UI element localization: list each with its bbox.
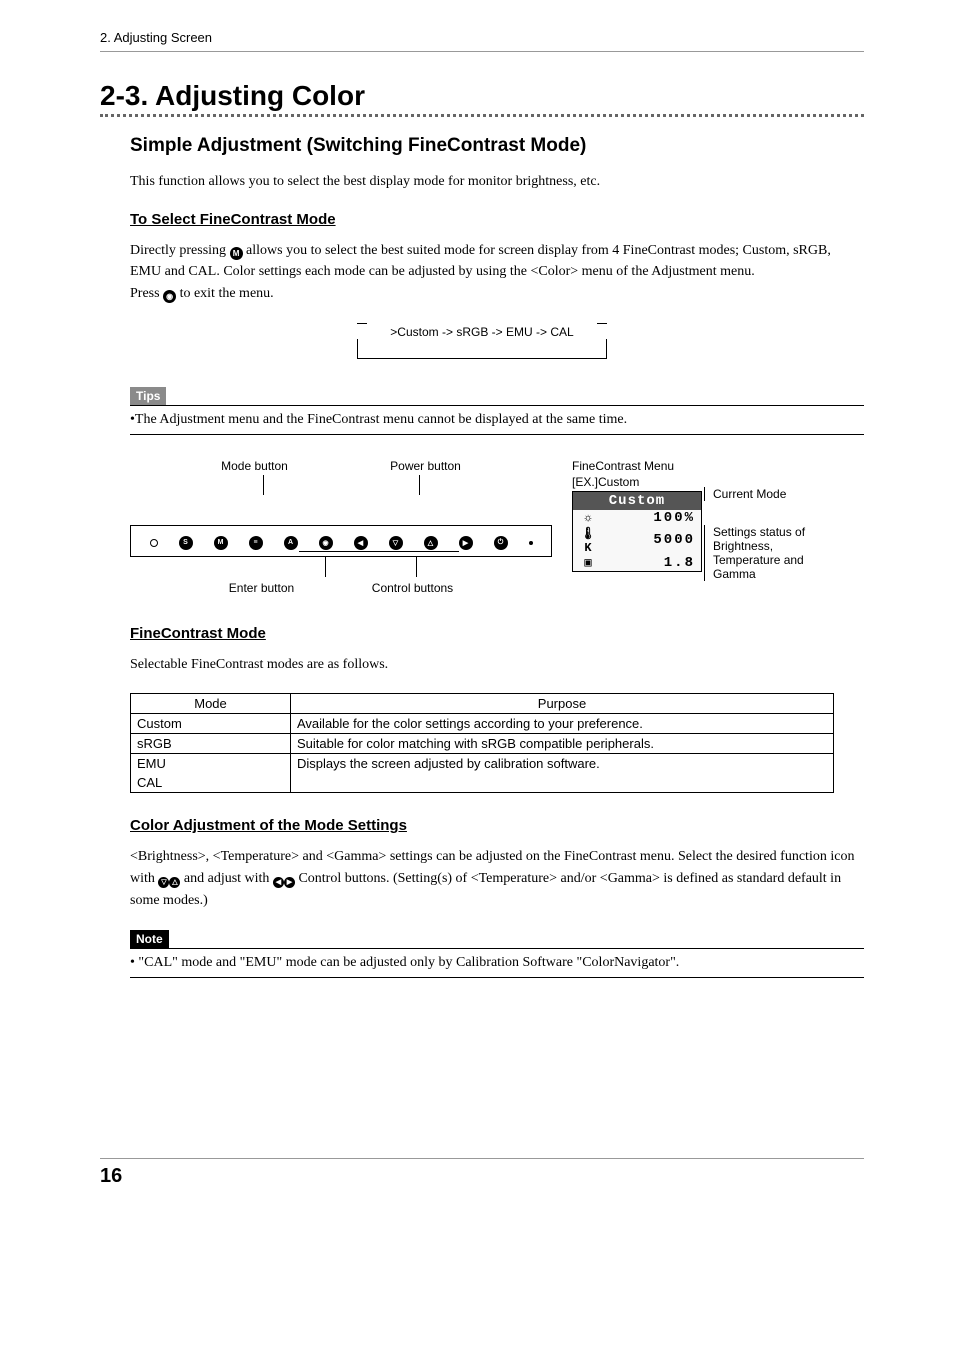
power-led-icon bbox=[529, 541, 533, 545]
button-panel-diagram: Mode button Power button S M ≡ A ◉ ◀ ▽ △… bbox=[130, 459, 834, 595]
auto-button-icon: A bbox=[284, 536, 298, 550]
tips-badge: Tips bbox=[130, 387, 166, 405]
section-title: 2-3. Adjusting Color bbox=[100, 80, 864, 117]
table-row: Custom Available for the color settings … bbox=[131, 714, 834, 734]
power-button-label: Power button bbox=[390, 459, 461, 473]
intro-paragraph: This function allows you to select the b… bbox=[130, 171, 864, 193]
fc-temperature-row: 🌡K 5000 bbox=[573, 526, 701, 555]
enter-button-icon: ◉ bbox=[163, 290, 176, 303]
power-button-icon: ⏻ bbox=[494, 536, 508, 550]
mode-cell: Custom bbox=[131, 714, 291, 734]
enter-button-label: Enter button bbox=[229, 581, 294, 595]
text-fragment: to exit the menu. bbox=[180, 286, 274, 301]
select-mode-heading: To Select FineContrast Mode bbox=[130, 211, 864, 228]
purpose-cell: Suitable for color matching with sRGB co… bbox=[291, 734, 834, 754]
finecontrast-mode-intro: Selectable FineContrast modes are as fol… bbox=[130, 654, 864, 676]
note-badge: Note bbox=[130, 930, 169, 948]
col-purpose-header: Purpose bbox=[291, 694, 834, 714]
signal-button-icon: S bbox=[179, 536, 193, 550]
mode-table: Mode Purpose Custom Available for the co… bbox=[130, 693, 834, 793]
left-button-icon: ◀ bbox=[354, 536, 368, 550]
fc-brightness-row: ☼ 100% bbox=[573, 510, 701, 526]
up-button-icon: △ bbox=[424, 536, 438, 550]
tips-content: •The Adjustment menu and the FineContras… bbox=[130, 405, 864, 435]
mode-button-icon: M bbox=[230, 247, 243, 260]
right-button-icon: ▶ bbox=[284, 877, 295, 888]
fc-menu-caption-a: FineContrast Menu bbox=[572, 459, 702, 473]
left-button-icon: ◀ bbox=[273, 877, 284, 888]
table-row: EMU Displays the screen adjusted by cali… bbox=[131, 754, 834, 774]
mode-cycle-diagram: >Custom -> sRGB -> EMU -> CAL bbox=[357, 323, 607, 359]
text-fragment: Directly pressing bbox=[130, 243, 230, 258]
control-buttons-label: Control buttons bbox=[372, 581, 453, 595]
current-mode-label: Current Mode bbox=[704, 487, 834, 501]
finecontrast-menu: Custom ☼ 100% 🌡K 5000 ▣ 1.8 bbox=[572, 491, 702, 572]
up-button-icon: △ bbox=[169, 877, 180, 888]
settings-status-label: Settings status of Brightness, Temperatu… bbox=[704, 525, 834, 581]
mode-button-label: Mode button bbox=[221, 459, 288, 473]
fc-brightness-value: 100% bbox=[603, 510, 695, 526]
temperature-icon: 🌡K bbox=[579, 526, 597, 555]
front-panel: S M ≡ A ◉ ◀ ▽ △ ▶ ⏻ bbox=[130, 525, 552, 557]
purpose-cell: Displays the screen adjusted by calibrat… bbox=[291, 754, 834, 793]
note-content: • "CAL" mode and "EMU" mode can be adjus… bbox=[130, 948, 864, 978]
fc-gamma-value: 1.8 bbox=[603, 555, 695, 571]
led-indicator-icon bbox=[150, 539, 158, 547]
mode-cell: sRGB bbox=[131, 734, 291, 754]
breadcrumb: 2. Adjusting Screen bbox=[100, 30, 864, 52]
enter-button-icon: ◉ bbox=[319, 536, 333, 550]
mode-cell: EMU bbox=[131, 754, 291, 774]
color-adjustment-paragraph: <Brightness>, <Temperature> and <Gamma> … bbox=[130, 846, 864, 911]
purpose-cell: Available for the color settings accordi… bbox=[291, 714, 834, 734]
gamma-icon: ▣ bbox=[579, 555, 597, 570]
menu-button-icon: ≡ bbox=[249, 536, 263, 550]
subsection-title: Simple Adjustment (Switching FineContras… bbox=[130, 135, 864, 157]
col-mode-header: Mode bbox=[131, 694, 291, 714]
fc-mode-name: Custom bbox=[573, 492, 701, 510]
text-fragment: and adjust with bbox=[184, 871, 273, 886]
right-button-icon: ▶ bbox=[459, 536, 473, 550]
table-row: sRGB Suitable for color matching with sR… bbox=[131, 734, 834, 754]
brightness-icon: ☼ bbox=[579, 511, 597, 525]
down-button-icon: ▽ bbox=[158, 877, 169, 888]
down-button-icon: ▽ bbox=[389, 536, 403, 550]
mode-cell: CAL bbox=[131, 773, 291, 793]
page-container: 2. Adjusting Screen 2-3. Adjusting Color… bbox=[0, 0, 954, 1218]
finecontrast-mode-heading: FineContrast Mode bbox=[130, 625, 864, 642]
color-adjustment-heading: Color Adjustment of the Mode Settings bbox=[130, 817, 864, 834]
fc-temperature-value: 5000 bbox=[603, 532, 695, 548]
select-mode-paragraph: Directly pressing M allows you to select… bbox=[130, 240, 864, 305]
text-fragment: Press bbox=[130, 286, 163, 301]
fc-menu-caption-b: [EX.]Custom bbox=[572, 475, 702, 489]
page-number: 16 bbox=[100, 1158, 864, 1188]
mode-button-icon: M bbox=[214, 536, 228, 550]
fc-gamma-row: ▣ 1.8 bbox=[573, 555, 701, 571]
